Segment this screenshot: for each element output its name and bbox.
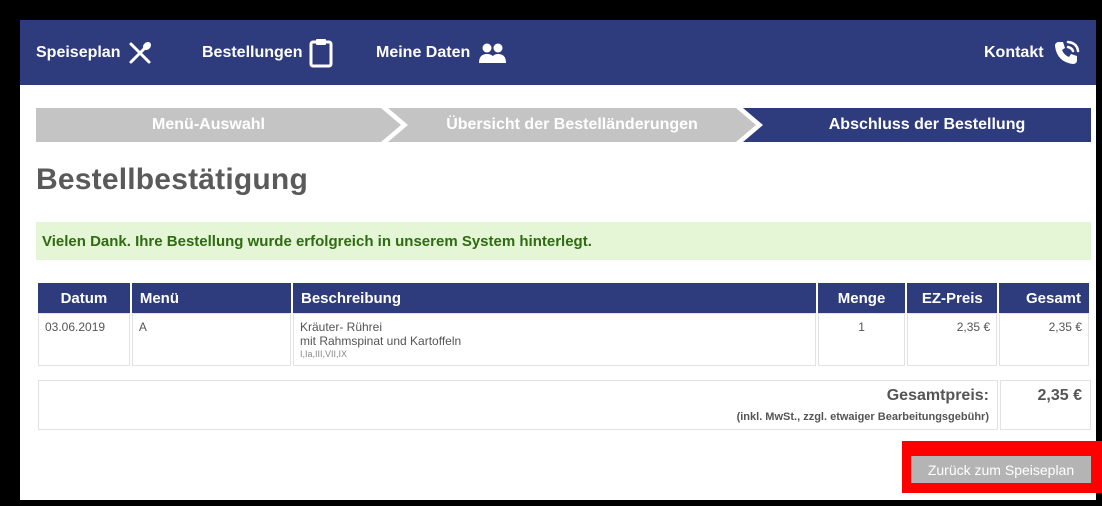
phone-icon — [1051, 38, 1081, 68]
total-label-box: Gesamtpreis: (inkl. MwSt., zzgl. etwaige… — [38, 380, 998, 430]
nav-item-kontakt[interactable]: Kontakt — [984, 20, 1081, 85]
step-label: Übersicht der Bestelländerungen — [446, 116, 698, 133]
nav-item-bestellungen[interactable]: Bestellungen — [202, 20, 333, 85]
nav-item-meine-daten[interactable]: Meine Daten — [376, 20, 507, 85]
total-note: (inkl. MwSt., zzgl. etwaiger Bearbeitung… — [736, 411, 989, 423]
description-detail: mit Rahmspinat und Kartoffeln — [299, 334, 462, 348]
order-table: Datum Menü Beschreibung Menge EZ-Preis G… — [36, 283, 1091, 366]
top-navbar: Speiseplan Bestellungen Meine Daten Kont… — [20, 20, 1096, 85]
users-icon — [477, 42, 507, 64]
cell-menu: A — [131, 313, 291, 366]
step-abschluss: Abschluss der Bestellung — [763, 108, 1091, 142]
column-header-datum: Datum — [38, 283, 130, 313]
cutlery-icon — [127, 40, 153, 66]
cell-description: Kräuter- Rührei mit Rahmspinat und Karto… — [292, 313, 816, 366]
cell-quantity: 1 — [817, 313, 906, 366]
total-label: Gesamtpreis: — [886, 387, 989, 404]
order-summary: Gesamtpreis: (inkl. MwSt., zzgl. etwaige… — [38, 380, 1093, 430]
total-value-box: 2,35 € — [1000, 380, 1091, 430]
cell-unit-price: 2,35 € — [907, 313, 998, 366]
screenshot-frame-right — [1096, 0, 1102, 506]
cell-date: 03.06.2019 — [38, 313, 130, 366]
cell-total: 2,35 € — [999, 313, 1089, 366]
nav-item-label: Kontakt — [984, 43, 1044, 61]
screenshot-frame-top — [0, 0, 1102, 20]
column-header-gesamt: Gesamt — [999, 283, 1089, 313]
page-title: Bestellbestätigung — [36, 163, 308, 196]
nav-item-label: Bestellungen — [202, 43, 303, 61]
column-header-beschreibung: Beschreibung — [292, 283, 816, 313]
clipboard-icon — [309, 38, 333, 68]
screenshot-frame-bottom — [0, 500, 1102, 506]
table-header-row: Datum Menü Beschreibung Menge EZ-Preis G… — [38, 283, 1089, 313]
screenshot-frame-left — [0, 0, 20, 506]
step-label: Abschluss der Bestellung — [828, 116, 1026, 133]
table-row: 03.06.2019 A Kräuter- Rührei mit Rahmspi… — [38, 313, 1089, 366]
nav-item-speiseplan[interactable]: Speiseplan — [36, 20, 153, 85]
column-header-ez-preis: EZ-Preis — [907, 283, 998, 313]
success-message: Vielen Dank. Ihre Bestellung wurde erfol… — [42, 232, 592, 250]
total-value: 2,35 € — [1037, 387, 1082, 404]
step-menu-auswahl: Menü-Auswahl — [36, 108, 381, 142]
column-header-menu: Menü — [131, 283, 291, 313]
back-to-menu-button[interactable]: Zurück zum Speiseplan — [911, 456, 1091, 483]
nav-item-label: Speiseplan — [36, 43, 121, 61]
column-header-menge: Menge — [817, 283, 906, 313]
success-alert: Vielen Dank. Ihre Bestellung wurde erfol… — [36, 222, 1091, 260]
step-label: Menü-Auswahl — [152, 116, 265, 133]
order-progress-stepper: Menü-Auswahl Übersicht der Bestelländeru… — [36, 108, 1091, 142]
allergen-codes: I,Ia,III,VII,IX — [299, 349, 348, 359]
nav-item-label: Meine Daten — [376, 43, 471, 61]
description-title: Kräuter- Rührei — [299, 320, 383, 334]
step-uebersicht: Übersicht der Bestelländerungen — [408, 108, 736, 142]
